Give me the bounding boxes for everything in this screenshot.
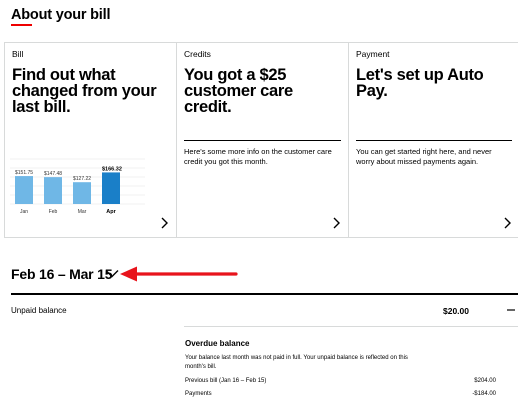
bill-card-label: Bill (12, 49, 24, 59)
chevron-down-icon[interactable] (105, 269, 119, 278)
payment-card-body: You can get started right here, and neve… (356, 147, 492, 166)
credits-card-label: Credits (184, 49, 211, 59)
previous-bill-value: $204.00 (474, 378, 496, 384)
payment-card[interactable]: Payment Let's set up Auto Pay. You can g… (348, 42, 518, 238)
bill-bar-month-label: Jan (20, 209, 28, 215)
collapse-minus-icon[interactable] (506, 305, 516, 315)
credits-card-headline: You got a $25 customer care credit. (184, 66, 293, 116)
bill-history-chart: $151.75 Jan $147.48 Feb $127.22 Mar $166.32 Apr (10, 158, 145, 215)
bill-bar-month-label: Mar (78, 209, 87, 215)
bill-bar-month-label: Apr (106, 209, 116, 215)
bill-bar-apr (102, 172, 120, 204)
credits-card-body: Here's some more info on the customer ca… (184, 147, 332, 166)
payment-card-label: Payment (356, 49, 390, 59)
overdue-divider (184, 326, 518, 327)
credits-card[interactable]: Credits You got a $25 customer care cred… (176, 42, 349, 238)
bill-bar-value-label: $166.32 (102, 166, 122, 172)
credits-card-divider (184, 140, 341, 141)
previous-bill-label: Previous bill (Jan 16 – Feb 15) (185, 378, 267, 384)
bill-bar-value-label: $151.75 (15, 170, 33, 176)
billing-period-label[interactable]: Feb 16 – Mar 15 (11, 266, 112, 282)
payment-card-headline: Let's set up Auto Pay. (356, 66, 484, 100)
unpaid-balance-label: Unpaid balance (11, 306, 67, 315)
payments-value: -$184.00 (472, 391, 496, 397)
page-title: About your bill (11, 7, 111, 23)
credits-card-chevron-right-icon[interactable] (331, 217, 341, 229)
bill-bar-month-label: Feb (49, 209, 58, 215)
bill-insight-cards: Bill Find out what changed from your las… (4, 42, 518, 238)
payment-card-divider (356, 140, 512, 141)
unpaid-balance-amount: $20.00 (443, 306, 469, 316)
bill-card-headline: Find out what changed from your last bil… (12, 66, 157, 116)
payments-label: Payments (185, 391, 212, 397)
section-divider (11, 293, 518, 295)
title-accent-underline (11, 24, 32, 26)
annotation-arrow-icon (120, 266, 238, 282)
bill-bar-feb (44, 177, 62, 204)
bill-bar-jan (15, 176, 33, 204)
bill-bar-mar (73, 182, 91, 204)
bill-bar-value-label: $127.22 (73, 176, 91, 182)
bill-bar-value-label: $147.48 (44, 171, 62, 177)
overdue-balance-title: Overdue balance (185, 339, 250, 348)
payment-card-chevron-right-icon[interactable] (502, 217, 512, 229)
overdue-balance-description: Your balance last month was not paid in … (185, 355, 408, 370)
bill-card[interactable]: Bill Find out what changed from your las… (4, 42, 177, 238)
bill-card-chevron-right-icon[interactable] (159, 217, 169, 229)
